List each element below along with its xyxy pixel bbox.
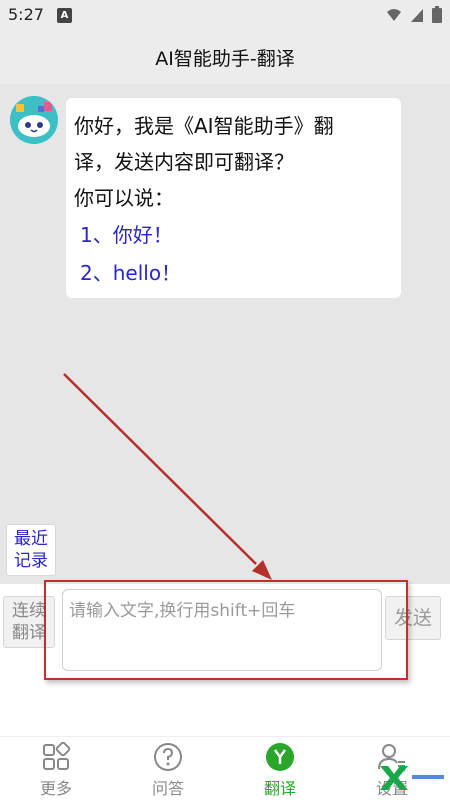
- title-bar: AI智能助手-翻译: [0, 32, 450, 84]
- bot-avatar: [10, 96, 58, 144]
- grid-icon: [43, 742, 71, 770]
- question-icon: [154, 743, 182, 771]
- continuous-translate-label: 翻译: [12, 623, 46, 643]
- bot-message-bubble: 你好，我是《AI智能助手》翻 译，发送内容即可翻译？ 你可以说： 1、你好！ 2…: [66, 98, 401, 298]
- status-bar: 5:27 A: [0, 0, 450, 32]
- site-watermark-logo: [378, 760, 448, 792]
- continuous-translate-button[interactable]: 连续 翻译: [3, 596, 55, 648]
- nav-label: 问答: [151, 779, 184, 798]
- recent-records-label: 记录: [14, 551, 48, 571]
- message-text: 你好，我是《AI智能助手》翻: [74, 114, 334, 138]
- message-text: 你可以说：: [74, 186, 174, 210]
- message-input[interactable]: [62, 589, 382, 671]
- nav-item-translate[interactable]: 翻译: [240, 741, 320, 799]
- status-icons: [386, 6, 442, 23]
- message-text: 译，发送内容即可翻译？: [74, 150, 294, 174]
- suggestion-link[interactable]: 2、hello！: [74, 254, 393, 292]
- nav-label: 更多: [39, 779, 72, 798]
- cellular-icon: [411, 8, 423, 22]
- send-button[interactable]: 发送: [385, 596, 441, 640]
- recent-records-button[interactable]: 最近 记录: [6, 524, 56, 576]
- nav-item-more[interactable]: 更多: [16, 741, 96, 799]
- suggestion-link[interactable]: 1、你好！: [74, 216, 393, 254]
- status-time: 5:27: [8, 5, 44, 24]
- recent-records-label: 最近: [14, 529, 48, 549]
- app-notification-icon: A: [57, 8, 72, 23]
- translate-y-icon: [266, 743, 294, 771]
- page-title: AI智能助手-翻译: [155, 48, 295, 70]
- nav-item-qa[interactable]: 问答: [128, 741, 208, 799]
- continuous-translate-label: 连续: [12, 601, 46, 621]
- battery-icon: [432, 6, 442, 23]
- wifi-icon: [387, 8, 401, 21]
- nav-label: 翻译: [263, 779, 296, 798]
